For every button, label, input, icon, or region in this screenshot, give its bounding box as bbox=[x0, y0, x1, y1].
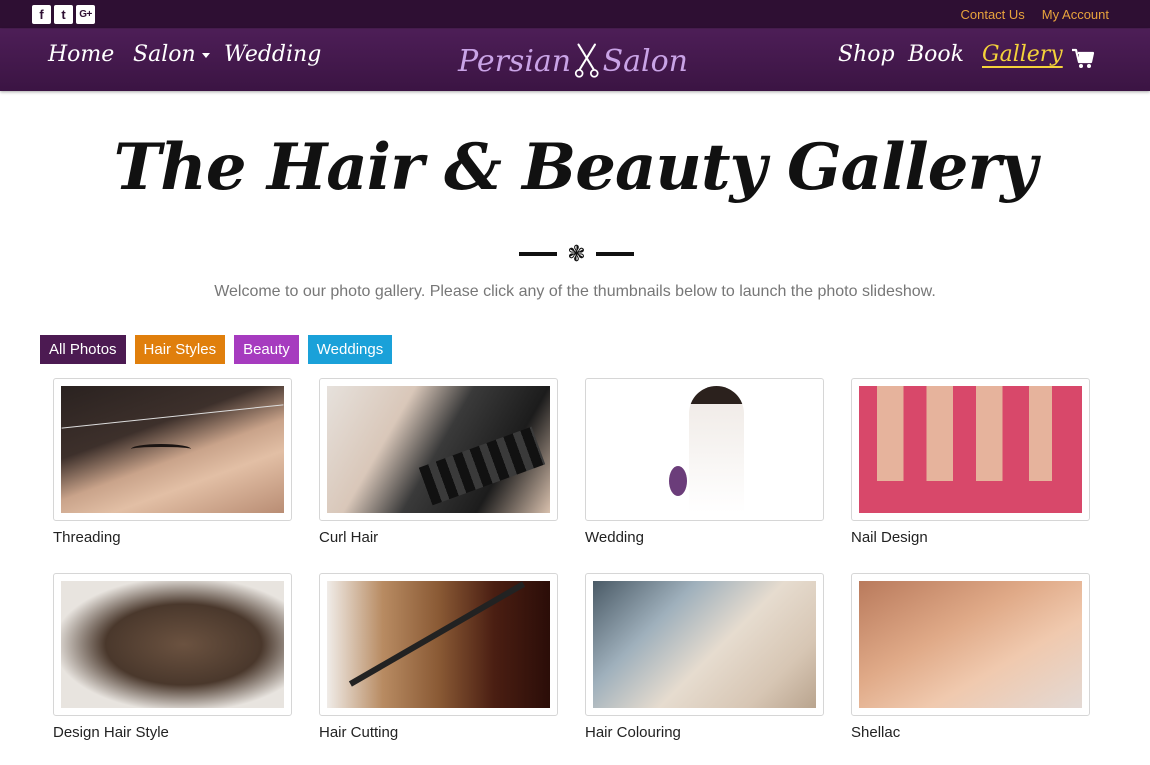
nav-gallery[interactable]: Gallery bbox=[982, 42, 1063, 67]
my-account-link[interactable]: My Account bbox=[1042, 7, 1109, 22]
social-links: f t G+ bbox=[32, 5, 95, 24]
divider-line-left bbox=[519, 252, 557, 256]
shopping-cart-icon[interactable] bbox=[1071, 48, 1095, 75]
nav-home[interactable]: Home bbox=[48, 42, 114, 67]
intro-text: Welcome to our photo gallery. Please cli… bbox=[214, 283, 936, 300]
contact-us-link[interactable]: Contact Us bbox=[960, 7, 1024, 22]
nav-wedding[interactable]: Wedding bbox=[224, 42, 321, 67]
gallery-filters: All Photos Hair Styles Beauty Weddings bbox=[40, 335, 393, 364]
hair-cutting-photo bbox=[327, 581, 550, 708]
site-logo[interactable]: Persian Salon bbox=[458, 35, 688, 87]
main-navbar: Home Salon Wedding Persian Salon Shop Bo… bbox=[0, 29, 1150, 91]
nav-shop[interactable]: Shop bbox=[838, 42, 895, 67]
gallery-caption: Curl Hair bbox=[319, 529, 379, 546]
thumbnail-frame bbox=[585, 378, 824, 521]
facebook-icon[interactable]: f bbox=[32, 5, 51, 24]
gallery-caption: Hair Colouring bbox=[585, 724, 681, 741]
thumbnail-frame bbox=[53, 378, 292, 521]
gallery-item[interactable]: Hair Colouring bbox=[585, 573, 825, 741]
top-bar: f t G+ Contact Us My Account bbox=[0, 0, 1150, 29]
shellac-photo bbox=[859, 581, 1082, 708]
wedding-photo bbox=[593, 386, 816, 513]
nav-book[interactable]: Book bbox=[908, 42, 964, 67]
flower-icon: ❃ bbox=[567, 241, 586, 266]
filter-all-photos-button[interactable]: All Photos bbox=[40, 335, 126, 364]
gallery-item[interactable]: Threading bbox=[53, 378, 293, 546]
nail-design-photo bbox=[859, 386, 1082, 513]
chevron-down-icon bbox=[201, 52, 210, 58]
gallery-caption: Design Hair Style bbox=[53, 724, 169, 741]
filter-hair-styles-button[interactable]: Hair Styles bbox=[134, 335, 226, 364]
scissors-icon bbox=[575, 43, 599, 78]
top-links: Contact Us My Account bbox=[960, 7, 1109, 22]
thumbnail-frame bbox=[319, 378, 558, 521]
gallery-caption: Threading bbox=[53, 529, 121, 546]
thumbnail-frame bbox=[319, 573, 558, 716]
thumbnail-frame bbox=[851, 378, 1090, 521]
nav-salon-dropdown[interactable]: Salon bbox=[133, 42, 210, 67]
google-plus-icon[interactable]: G+ bbox=[76, 5, 95, 24]
logo-text-left: Persian bbox=[458, 43, 572, 79]
thumbnail-frame bbox=[851, 573, 1090, 716]
gallery-item[interactable]: Design Hair Style bbox=[53, 573, 293, 741]
hair-colouring-photo bbox=[593, 581, 816, 708]
gallery-caption: Wedding bbox=[585, 529, 644, 546]
page-title: The Hair & Beauty Gallery bbox=[113, 130, 1038, 205]
gallery-caption: Nail Design bbox=[851, 529, 928, 546]
gallery-caption: Hair Cutting bbox=[319, 724, 399, 741]
gallery-item[interactable]: Nail Design bbox=[851, 378, 1091, 546]
gallery-item[interactable]: Hair Cutting bbox=[319, 573, 559, 741]
threading-photo bbox=[61, 386, 284, 513]
filter-weddings-button[interactable]: Weddings bbox=[307, 335, 393, 364]
title-divider: ❃ bbox=[519, 243, 634, 265]
thumbnail-frame bbox=[585, 573, 824, 716]
gallery-item[interactable]: Curl Hair bbox=[319, 378, 559, 546]
gallery-caption: Shellac bbox=[851, 724, 901, 741]
gallery-item[interactable]: Shellac bbox=[851, 573, 1091, 741]
twitter-icon[interactable]: t bbox=[54, 5, 73, 24]
divider-line-right bbox=[596, 252, 634, 256]
curl-hair-photo bbox=[327, 386, 550, 513]
logo-text-right: Salon bbox=[602, 43, 688, 79]
filter-beauty-button[interactable]: Beauty bbox=[234, 335, 299, 364]
design-hair-style-photo bbox=[61, 581, 284, 708]
gallery-item[interactable]: Wedding bbox=[585, 378, 825, 546]
nav-salon-label: Salon bbox=[133, 42, 196, 67]
thumbnail-frame bbox=[53, 573, 292, 716]
